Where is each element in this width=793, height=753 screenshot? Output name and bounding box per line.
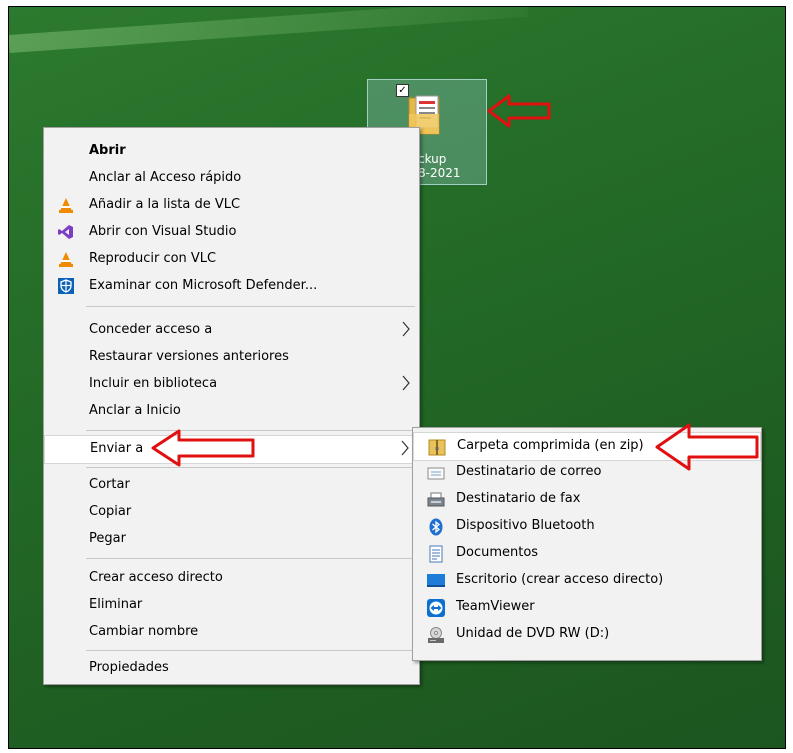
menu-separator [86,558,415,559]
desktop: ✓ ckup 8-2021 Abrir Anclar al Acceso ráp… [8,6,786,749]
menu-item-anadir-vlc[interactable]: Añadir a la lista de VLC [44,192,419,219]
submenu-item-teamviewer[interactable]: TeamViewer [413,594,761,621]
vlc-icon [59,252,73,267]
menu-separator [86,650,415,651]
submenu-item-escritorio[interactable]: Escritorio (crear acceso directo) [413,567,761,594]
menu-item-propiedades[interactable]: Propiedades [44,655,419,682]
context-menu: Abrir Anclar al Acceso rápido Añadir a l… [43,127,420,685]
fax-icon [427,492,445,507]
submenu-item-documentos[interactable]: Documentos [413,540,761,567]
menu-item-restaurar-versiones[interactable]: Restaurar versiones anteriores [44,344,419,371]
menu-item-abrir-visual-studio[interactable]: Abrir con Visual Studio [44,219,419,246]
annotation-arrow-icon [151,429,255,467]
menu-item-crear-acceso-directo[interactable]: Crear acceso directo [44,565,419,592]
chevron-right-icon [402,321,410,337]
menu-item-reproducir-vlc[interactable]: Reproducir con VLC [44,246,419,273]
wallpaper-streak [9,7,529,53]
annotation-arrow-icon [487,94,551,128]
menu-item-anclar-inicio[interactable]: Anclar a Inicio [44,398,419,425]
vlc-icon [59,198,73,213]
menu-item-microsoft-defender[interactable]: Examinar con Microsoft Defender... [44,273,419,300]
desktop-file-label: ckup 8-2021 [418,152,461,180]
teamviewer-icon [427,599,445,617]
chevron-right-icon [401,440,409,456]
documents-icon [429,545,443,563]
menu-item-copiar[interactable]: Copiar [44,499,419,526]
menu-item-pegar[interactable]: Pegar [44,526,419,553]
bluetooth-icon [429,518,443,536]
zip-folder-icon [428,439,446,456]
menu-separator [86,306,415,307]
mail-icon [427,467,445,480]
menu-item-incluir-biblioteca[interactable]: Incluir en biblioteca [44,371,419,398]
submenu-item-bluetooth[interactable]: Dispositivo Bluetooth [413,513,761,540]
menu-item-cambiar-nombre[interactable]: Cambiar nombre [44,619,419,646]
menu-item-cortar[interactable]: Cortar [44,472,419,499]
menu-item-eliminar[interactable]: Eliminar [44,592,419,619]
visual-studio-icon [58,225,73,239]
menu-item-conceder-acceso[interactable]: Conceder acceso a [44,317,419,344]
submenu-item-destinatario-fax[interactable]: Destinatario de fax [413,486,761,513]
desktop-icon [427,574,445,587]
menu-item-anclar-acceso-rapido[interactable]: Anclar al Acceso rápido [44,165,419,192]
menu-item-abrir[interactable]: Abrir [44,138,419,165]
defender-shield-icon [58,278,74,294]
submenu-item-dvd-drive[interactable]: Unidad de DVD RW (D:) [413,621,761,648]
dvd-drive-icon [428,627,444,643]
annotation-arrow-icon [655,423,759,471]
chevron-right-icon [402,375,410,391]
